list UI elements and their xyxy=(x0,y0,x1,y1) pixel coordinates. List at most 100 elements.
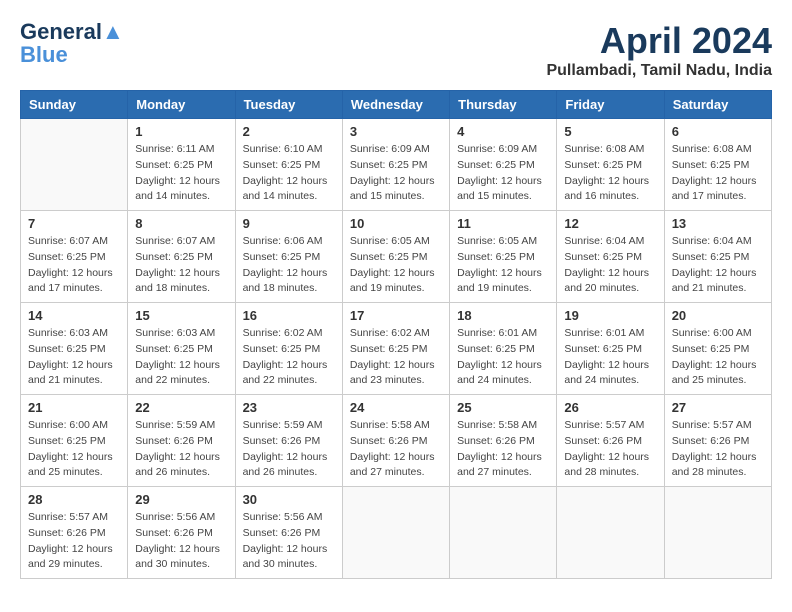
day-info: Sunrise: 5:57 AMSunset: 6:26 PMDaylight:… xyxy=(28,510,120,573)
calendar-cell: 1 Sunrise: 6:11 AMSunset: 6:25 PMDaylight… xyxy=(128,119,235,211)
day-info: Sunrise: 6:03 AMSunset: 6:25 PMDaylight:… xyxy=(28,326,120,389)
day-info: Sunrise: 5:56 AMSunset: 6:26 PMDaylight:… xyxy=(135,510,227,573)
logo-text: General▲ xyxy=(20,20,124,44)
calendar-cell: 7 Sunrise: 6:07 AMSunset: 6:25 PMDaylight… xyxy=(21,211,128,303)
calendar-cell: 17Sunrise: 6:02 AMSunset: 6:25 PMDayligh… xyxy=(342,303,449,395)
day-number: 26 xyxy=(564,400,656,415)
day-info: Sunrise: 6:11 AMSunset: 6:25 PMDaylight:… xyxy=(135,142,227,205)
calendar-cell: 25 Sunrise: 5:58 AMSunset: 6:26 PMDayligh… xyxy=(450,395,557,487)
day-info: Sunrise: 6:04 AMSunset: 6:25 PMDaylight:… xyxy=(564,234,656,297)
weekday-header-monday: Monday xyxy=(128,91,235,119)
calendar-cell: 8 Sunrise: 6:07 AMSunset: 6:25 PMDaylight… xyxy=(128,211,235,303)
day-number: 4 xyxy=(457,124,549,139)
day-number: 12 xyxy=(564,216,656,231)
weekday-header-wednesday: Wednesday xyxy=(342,91,449,119)
day-info: Sunrise: 5:59 AMSunset: 6:26 PMDaylight:… xyxy=(243,418,335,481)
day-info: Sunrise: 5:59 AMSunset: 6:26 PMDaylight:… xyxy=(135,418,227,481)
calendar-cell: 3 Sunrise: 6:09 AMSunset: 6:25 PMDaylight… xyxy=(342,119,449,211)
location: Pullambadi, Tamil Nadu, India xyxy=(546,62,772,80)
day-number: 18 xyxy=(457,308,549,323)
day-info: Sunrise: 6:01 AMSunset: 6:25 PMDaylight:… xyxy=(457,326,549,389)
calendar-cell: 19 Sunrise: 6:01 AMSunset: 6:25 PMDayligh… xyxy=(557,303,664,395)
calendar-cell: 27 Sunrise: 5:57 AMSunset: 6:26 PMDayligh… xyxy=(664,395,771,487)
day-info: Sunrise: 6:02 AMSunset: 6:25 PMDaylight:… xyxy=(350,326,442,389)
day-number: 13 xyxy=(672,216,764,231)
calendar-week-row: 28 Sunrise: 5:57 AMSunset: 6:26 PMDayligh… xyxy=(21,487,772,579)
calendar-cell xyxy=(664,487,771,579)
day-info: Sunrise: 5:56 AMSunset: 6:26 PMDaylight:… xyxy=(243,510,335,573)
calendar-cell: 10 Sunrise: 6:05 AMSunset: 6:25 PMDayligh… xyxy=(342,211,449,303)
day-number: 28 xyxy=(28,492,120,507)
day-number: 5 xyxy=(564,124,656,139)
day-number: 9 xyxy=(243,216,335,231)
calendar-cell: 2 Sunrise: 6:10 AMSunset: 6:25 PMDaylight… xyxy=(235,119,342,211)
weekday-header-row: SundayMondayTuesdayWednesdayThursdayFrid… xyxy=(21,91,772,119)
title-area: April 2024 Pullambadi, Tamil Nadu, India xyxy=(546,20,772,80)
calendar-cell xyxy=(450,487,557,579)
day-number: 25 xyxy=(457,400,549,415)
calendar-cell xyxy=(557,487,664,579)
calendar-cell: 13 Sunrise: 6:04 AMSunset: 6:25 PMDayligh… xyxy=(664,211,771,303)
calendar-cell: 29Sunrise: 5:56 AMSunset: 6:26 PMDayligh… xyxy=(128,487,235,579)
calendar-cell: 14 Sunrise: 6:03 AMSunset: 6:25 PMDayligh… xyxy=(21,303,128,395)
calendar-cell: 15 Sunrise: 6:03 AMSunset: 6:25 PMDayligh… xyxy=(128,303,235,395)
day-number: 22 xyxy=(135,400,227,415)
day-number: 24 xyxy=(350,400,442,415)
day-info: Sunrise: 6:07 AMSunset: 6:25 PMDaylight:… xyxy=(28,234,120,297)
day-info: Sunrise: 6:07 AMSunset: 6:25 PMDaylight:… xyxy=(135,234,227,297)
calendar-cell: 9 Sunrise: 6:06 AMSunset: 6:25 PMDaylight… xyxy=(235,211,342,303)
day-info: Sunrise: 6:06 AMSunset: 6:25 PMDaylight:… xyxy=(243,234,335,297)
weekday-header-friday: Friday xyxy=(557,91,664,119)
day-info: Sunrise: 6:05 AMSunset: 6:25 PMDaylight:… xyxy=(350,234,442,297)
day-number: 21 xyxy=(28,400,120,415)
calendar-cell: 5Sunrise: 6:08 AMSunset: 6:25 PMDaylight… xyxy=(557,119,664,211)
weekday-header-saturday: Saturday xyxy=(664,91,771,119)
day-number: 3 xyxy=(350,124,442,139)
day-info: Sunrise: 6:04 AMSunset: 6:25 PMDaylight:… xyxy=(672,234,764,297)
day-info: Sunrise: 6:05 AMSunset: 6:25 PMDaylight:… xyxy=(457,234,549,297)
day-number: 2 xyxy=(243,124,335,139)
day-info: Sunrise: 6:01 AMSunset: 6:25 PMDaylight:… xyxy=(564,326,656,389)
day-number: 11 xyxy=(457,216,549,231)
calendar-cell xyxy=(21,119,128,211)
day-info: Sunrise: 6:02 AMSunset: 6:25 PMDaylight:… xyxy=(243,326,335,389)
calendar-cell: 6Sunrise: 6:08 AMSunset: 6:25 PMDaylight… xyxy=(664,119,771,211)
day-info: Sunrise: 5:58 AMSunset: 6:26 PMDaylight:… xyxy=(350,418,442,481)
weekday-header-sunday: Sunday xyxy=(21,91,128,119)
calendar-cell: 11 Sunrise: 6:05 AMSunset: 6:25 PMDayligh… xyxy=(450,211,557,303)
day-number: 19 xyxy=(564,308,656,323)
calendar-week-row: 14 Sunrise: 6:03 AMSunset: 6:25 PMDayligh… xyxy=(21,303,772,395)
day-number: 15 xyxy=(135,308,227,323)
calendar-cell: 22 Sunrise: 5:59 AMSunset: 6:26 PMDayligh… xyxy=(128,395,235,487)
calendar-cell: 4 Sunrise: 6:09 AMSunset: 6:25 PMDaylight… xyxy=(450,119,557,211)
day-number: 10 xyxy=(350,216,442,231)
day-number: 14 xyxy=(28,308,120,323)
logo-subtext: Blue xyxy=(20,44,124,66)
day-number: 27 xyxy=(672,400,764,415)
day-number: 7 xyxy=(28,216,120,231)
day-number: 20 xyxy=(672,308,764,323)
calendar-cell: 18 Sunrise: 6:01 AMSunset: 6:25 PMDayligh… xyxy=(450,303,557,395)
day-number: 23 xyxy=(243,400,335,415)
day-info: Sunrise: 5:57 AMSunset: 6:26 PMDaylight:… xyxy=(672,418,764,481)
month-title: April 2024 xyxy=(546,20,772,62)
day-number: 30 xyxy=(243,492,335,507)
day-number: 6 xyxy=(672,124,764,139)
day-number: 8 xyxy=(135,216,227,231)
calendar-week-row: 21 Sunrise: 6:00 AMSunset: 6:25 PMDayligh… xyxy=(21,395,772,487)
day-info: Sunrise: 6:09 AMSunset: 6:25 PMDaylight:… xyxy=(457,142,549,205)
day-number: 1 xyxy=(135,124,227,139)
day-info: Sunrise: 6:09 AMSunset: 6:25 PMDaylight:… xyxy=(350,142,442,205)
calendar-cell xyxy=(342,487,449,579)
calendar-cell: 20Sunrise: 6:00 AMSunset: 6:25 PMDayligh… xyxy=(664,303,771,395)
day-info: Sunrise: 6:00 AMSunset: 6:25 PMDaylight:… xyxy=(28,418,120,481)
day-info: Sunrise: 6:03 AMSunset: 6:25 PMDaylight:… xyxy=(135,326,227,389)
day-info: Sunrise: 5:57 AMSunset: 6:26 PMDaylight:… xyxy=(564,418,656,481)
calendar-cell: 30 Sunrise: 5:56 AMSunset: 6:26 PMDayligh… xyxy=(235,487,342,579)
day-info: Sunrise: 5:58 AMSunset: 6:26 PMDaylight:… xyxy=(457,418,549,481)
calendar-table: SundayMondayTuesdayWednesdayThursdayFrid… xyxy=(20,90,772,579)
logo: General▲ Blue xyxy=(20,20,124,66)
weekday-header-tuesday: Tuesday xyxy=(235,91,342,119)
day-info: Sunrise: 6:10 AMSunset: 6:25 PMDaylight:… xyxy=(243,142,335,205)
page-header: General▲ Blue April 2024 Pullambadi, Tam… xyxy=(20,20,772,80)
